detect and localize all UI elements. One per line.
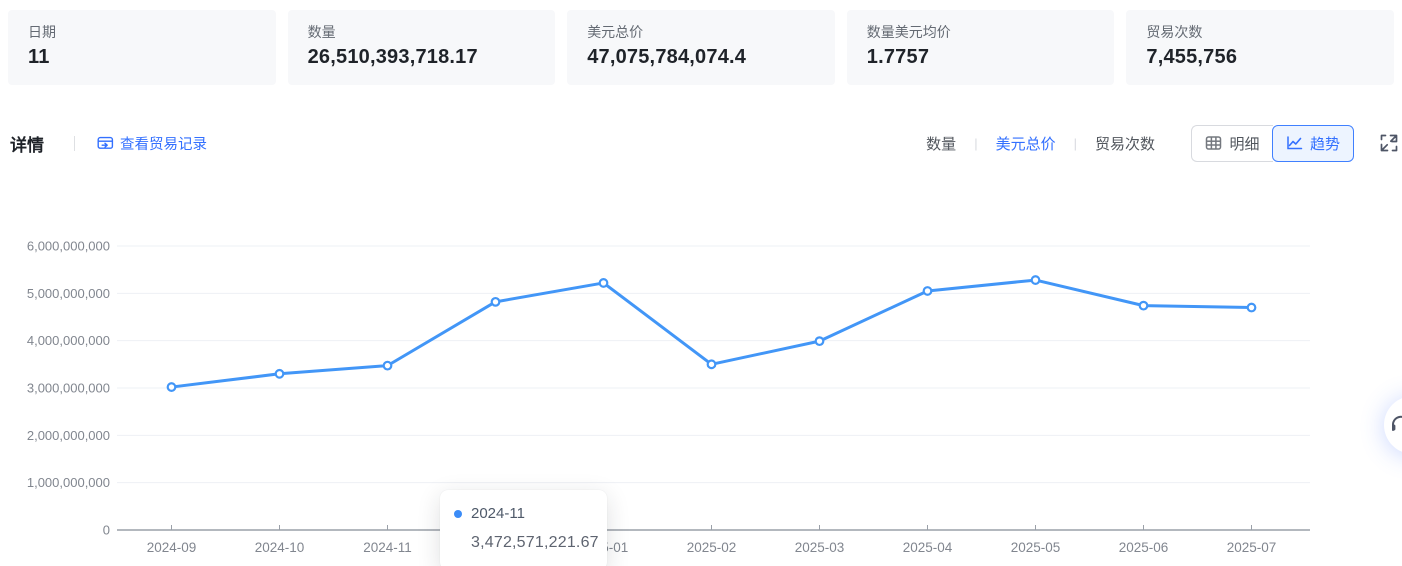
line-chart-icon: [1286, 135, 1303, 151]
svg-text:2025-02: 2025-02: [687, 540, 737, 555]
stat-value: 11: [28, 46, 256, 69]
table-icon: [1205, 135, 1222, 151]
stat-label: 数量美元均价: [867, 23, 1095, 41]
view-toggle-group: 明细 趋势: [1191, 125, 1354, 162]
svg-text:4,000,000,000: 4,000,000,000: [27, 333, 110, 348]
detail-view-button[interactable]: 明细: [1191, 125, 1273, 162]
svg-text:2024-10: 2024-10: [255, 540, 305, 555]
tab-quantity[interactable]: 数量: [924, 133, 958, 154]
tab-usd-total[interactable]: 美元总价: [994, 133, 1058, 154]
headset-icon: [1387, 414, 1402, 436]
svg-text:0: 0: [103, 523, 110, 538]
section-title: 详情: [10, 131, 44, 156]
stat-card-date: 日期 11: [8, 10, 276, 85]
stat-value: 7,455,756: [1146, 46, 1374, 69]
trend-view-label: 趋势: [1310, 133, 1340, 154]
view-trade-records-label: 查看贸易记录: [120, 133, 207, 154]
divider: |: [1074, 136, 1077, 151]
svg-text:5,000,000,000: 5,000,000,000: [27, 286, 110, 301]
detail-bar: 详情 查看贸易记录 数量 | 美元总价 | 贸易次数: [10, 124, 1400, 162]
stat-card-usd-total: 美元总价 47,075,784,074.4: [567, 10, 835, 85]
stat-label: 日期: [28, 23, 256, 41]
stat-card-quantity: 数量 26,510,393,718.17: [288, 10, 556, 85]
chart-tooltip: 2024-11 3,472,571,221.67: [440, 490, 607, 566]
svg-text:2025-05: 2025-05: [1011, 540, 1061, 555]
stat-value: 26,510,393,718.17: [308, 46, 536, 69]
svg-text:1,000,000,000: 1,000,000,000: [27, 475, 110, 490]
metric-tabs: 数量 | 美元总价 | 贸易次数: [924, 133, 1157, 154]
trend-view-button[interactable]: 趋势: [1272, 125, 1354, 162]
tooltip-value: 3,472,571,221.67: [471, 534, 591, 552]
svg-text:2025-04: 2025-04: [903, 540, 953, 555]
series-dot-icon: [454, 510, 462, 518]
stat-value: 47,075,784,074.4: [587, 46, 815, 69]
svg-text:2024-11: 2024-11: [363, 540, 412, 555]
view-trade-records-link[interactable]: 查看贸易记录: [97, 133, 207, 154]
stat-label: 美元总价: [587, 23, 815, 41]
svg-text:2025-07: 2025-07: [1227, 540, 1277, 555]
tooltip-date: 2024-11: [471, 505, 525, 522]
detail-view-label: 明细: [1229, 133, 1259, 154]
svg-text:2024-09: 2024-09: [147, 540, 197, 555]
stat-card-trade-count: 贸易次数 7,455,756: [1126, 10, 1394, 85]
svg-text:6,000,000,000: 6,000,000,000: [27, 239, 110, 254]
divider: |: [974, 136, 977, 151]
svg-text:3,000,000,000: 3,000,000,000: [27, 381, 110, 396]
tab-trade-count[interactable]: 贸易次数: [1093, 133, 1157, 154]
stats-row: 日期 11 数量 26,510,393,718.17 美元总价 47,075,7…: [8, 10, 1394, 85]
svg-text:2,000,000,000: 2,000,000,000: [27, 428, 110, 443]
svg-text:2025-03: 2025-03: [795, 540, 845, 555]
stat-label: 贸易次数: [1146, 23, 1374, 41]
stat-label: 数量: [308, 23, 536, 41]
svg-text:2025-06: 2025-06: [1119, 540, 1169, 555]
window-arrow-icon: [97, 135, 114, 151]
divider: [74, 136, 75, 151]
stat-card-avg-price: 数量美元均价 1.7757: [847, 10, 1115, 85]
stat-value: 1.7757: [867, 46, 1095, 69]
fullscreen-button[interactable]: [1378, 132, 1400, 154]
fullscreen-expand-icon: [1379, 133, 1399, 153]
